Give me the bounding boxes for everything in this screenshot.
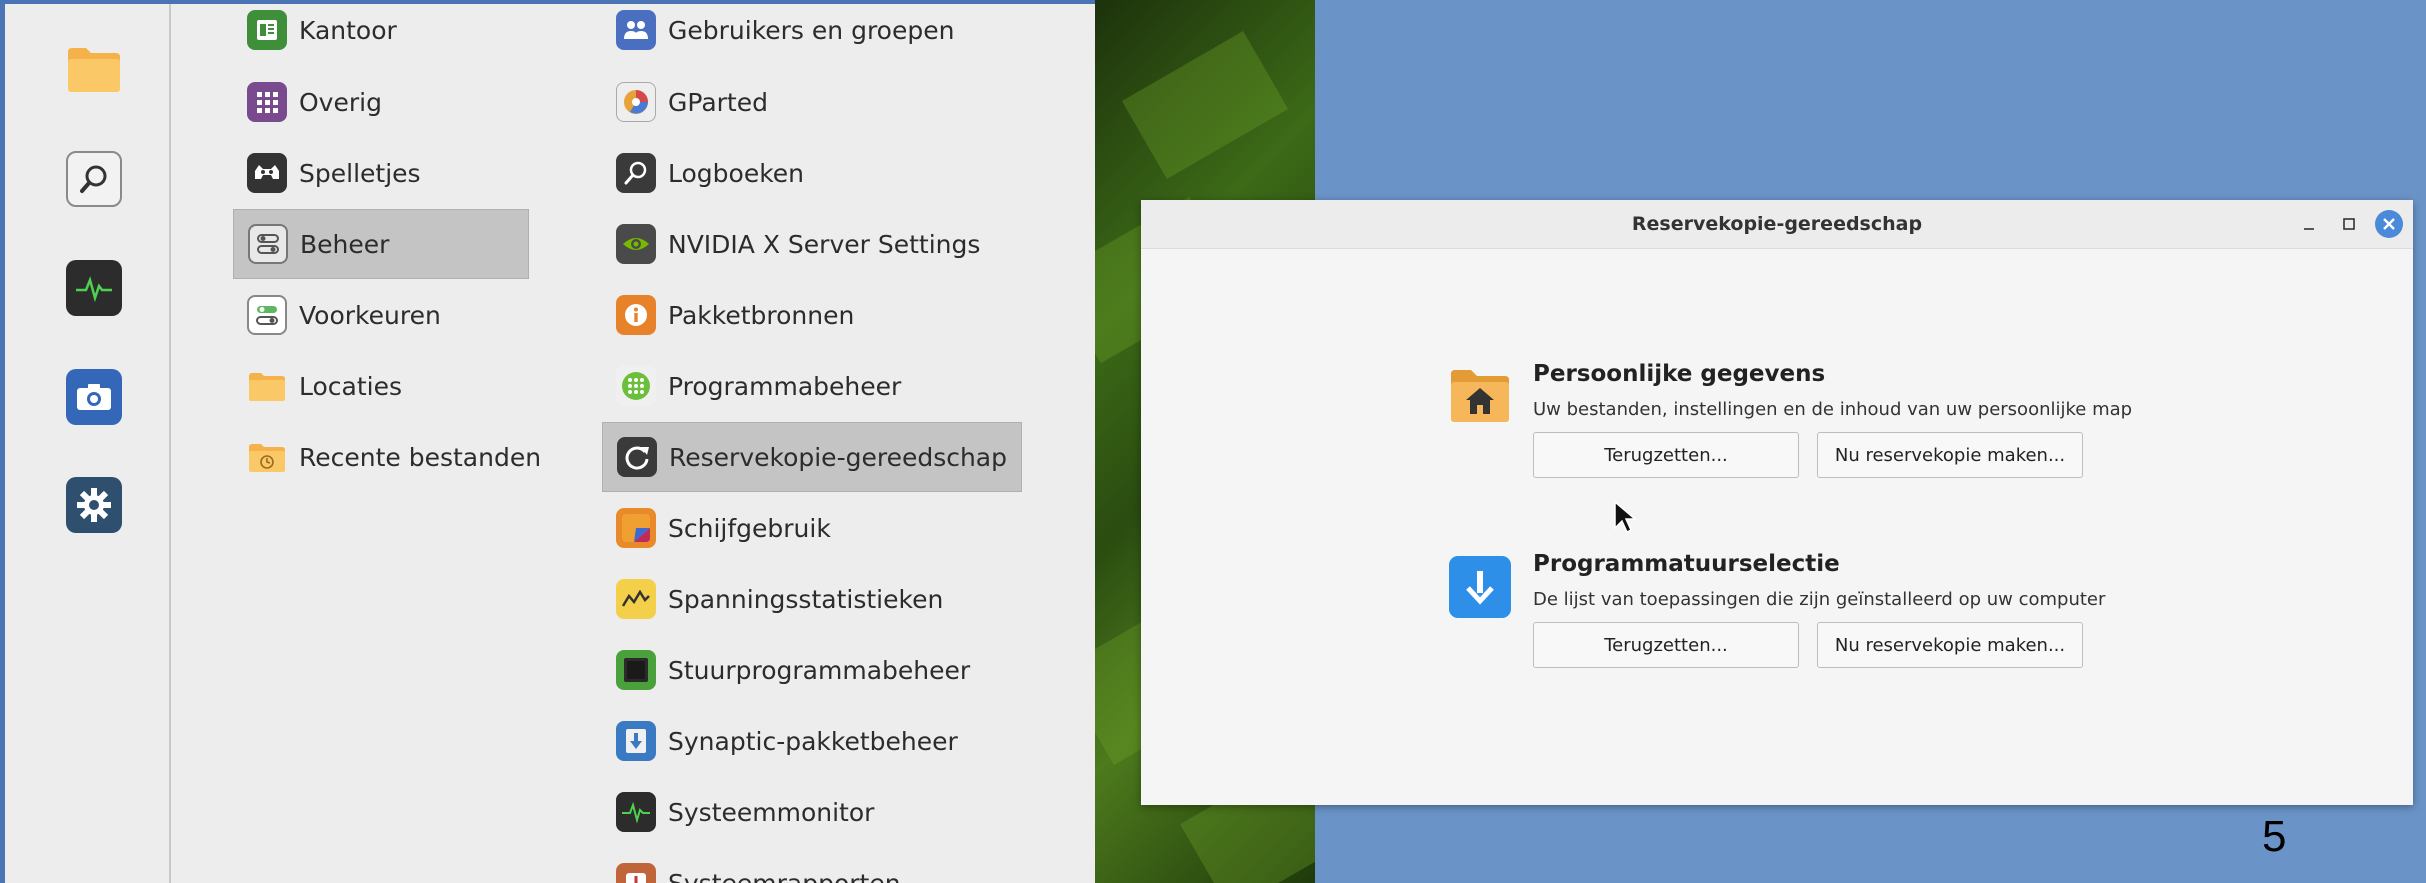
category-kantoor[interactable]: Kantoor [233, 4, 529, 65]
software-manager-icon [616, 366, 656, 406]
app-logboeken[interactable]: Logboeken [602, 138, 1022, 208]
page-number: 5 [2262, 812, 2287, 861]
software-backup-button[interactable]: Nu reservekopie maken... [1817, 622, 2083, 668]
search-icon [80, 165, 107, 193]
personal-restore-button[interactable]: Terugzetten... [1533, 432, 1799, 478]
category-voorkeuren[interactable]: Voorkeuren [233, 280, 529, 350]
app-programmabeheer[interactable]: Programmabeheer [602, 351, 1022, 421]
app-pakketbronnen[interactable]: Pakketbronnen [602, 280, 1022, 350]
office-icon [247, 10, 287, 50]
category-label: Kantoor [299, 15, 397, 45]
category-overig[interactable]: Overig [233, 67, 529, 137]
recent-folder-icon [247, 437, 287, 477]
gear-icon [77, 488, 111, 522]
home-folder-icon [1449, 366, 1511, 428]
category-label: Spelletjes [299, 158, 421, 188]
category-spelletjes[interactable]: Spelletjes [233, 138, 529, 208]
app-synaptic-pakketbeheer[interactable]: Synaptic-pakketbeheer [602, 706, 1022, 776]
app-systeemmonitor[interactable]: Systeemmonitor [602, 777, 1022, 847]
close-button[interactable] [2375, 210, 2403, 238]
minimize-icon [2304, 228, 2314, 230]
system-reports-icon [616, 863, 656, 883]
app-label: GParted [668, 87, 768, 117]
backup-icon [617, 437, 657, 477]
category-label: Locaties [299, 371, 403, 401]
software-section-description: De lijst van toepassingen die zijn geïns… [1533, 589, 2106, 610]
toggle-icon [248, 224, 288, 264]
category-label: Recente bestanden [299, 442, 542, 472]
maximize-icon [2343, 218, 2355, 230]
close-icon [2383, 218, 2395, 230]
app-label: Spanningsstatistieken [668, 584, 944, 614]
folder-icon [68, 48, 120, 92]
pulse-icon [76, 276, 112, 302]
app-label: Schijfgebruik [668, 513, 831, 543]
search-favorite[interactable] [66, 151, 122, 207]
app-label: Reservekopie-gereedschap [669, 442, 1008, 472]
system-monitor-icon [616, 792, 656, 832]
personal-backup-button[interactable]: Nu reservekopie maken... [1817, 432, 2083, 478]
gamepad-icon [247, 153, 287, 193]
app-label: Stuurprogrammabeheer [668, 655, 971, 685]
personal-section-description: Uw bestanden, instellingen en de inhoud … [1533, 399, 2133, 420]
window-title: Reservekopie-gereedschap [1631, 213, 1923, 235]
camera-icon [77, 384, 111, 410]
category-label: Overig [299, 87, 382, 117]
app-label: NVIDIA X Server Settings [668, 229, 981, 259]
mouse-pointer-icon [1613, 500, 1638, 538]
app-gparted[interactable]: GParted [602, 67, 1022, 137]
window-titlebar[interactable]: Reservekopie-gereedschap [1141, 200, 2413, 249]
maximize-button[interactable] [2337, 212, 2361, 236]
info-icon [616, 295, 656, 335]
screenshot-favorite[interactable] [66, 369, 122, 425]
category-label: Beheer [300, 229, 390, 259]
grid-icon [247, 82, 287, 122]
app-nvidia-x-server-settings[interactable]: NVIDIA X Server Settings [602, 209, 1022, 279]
folder-icon [247, 366, 287, 406]
driver-icon [616, 650, 656, 690]
app-label: Programmabeheer [668, 371, 902, 401]
toggle-icon [247, 295, 287, 335]
app-reservekopie-gereedschap[interactable]: Reservekopie-gereedschap [602, 422, 1022, 492]
system-monitor-favorite[interactable] [66, 260, 122, 316]
app-schijfgebruik[interactable]: Schijfgebruik [602, 493, 1022, 563]
category-recente-bestanden[interactable]: Recente bestanden [233, 422, 541, 492]
app-gebruikers-en-groepen[interactable]: Gebruikers en groepen [602, 4, 1022, 65]
files-favorite[interactable] [66, 40, 122, 96]
app-label: Systeemmonitor [668, 797, 875, 827]
download-arrow-icon [1449, 556, 1511, 618]
app-spanningsstatistieken[interactable]: Spanningsstatistieken [602, 564, 1022, 634]
category-beheer[interactable]: Beheer [233, 209, 529, 279]
favorites-bar [5, 4, 171, 883]
app-stuurprogrammabeheer[interactable]: Stuurprogrammabeheer [602, 635, 1022, 705]
gparted-icon [616, 82, 656, 122]
software-restore-button[interactable]: Terugzetten... [1533, 622, 1799, 668]
app-label: Logboeken [668, 158, 805, 188]
settings-favorite[interactable] [66, 477, 122, 533]
users-icon [616, 10, 656, 50]
logs-icon [616, 153, 656, 193]
backup-tool-window: Reservekopie-gereedschap Persoonlijke ge… [1141, 200, 2413, 805]
app-label: Gebruikers en groepen [668, 15, 955, 45]
minimize-button[interactable] [2297, 212, 2321, 236]
personal-section-title: Persoonlijke gegevens [1533, 361, 1826, 387]
nvidia-icon [616, 224, 656, 264]
power-stats-icon [616, 579, 656, 619]
app-label: Systeemrapporten [668, 868, 901, 883]
application-menu: Kantoor Overig Spelletjes Beheer Voorkeu… [0, 0, 1095, 883]
app-label: Pakketbronnen [668, 300, 855, 330]
app-systeemrapporten[interactable]: Systeemrapporten [602, 848, 1022, 883]
software-section-title: Programmatuurselectie [1533, 551, 1840, 577]
category-locaties[interactable]: Locaties [233, 351, 529, 421]
category-label: Voorkeuren [299, 300, 441, 330]
disk-usage-icon [616, 508, 656, 548]
synaptic-icon [616, 721, 656, 761]
app-label: Synaptic-pakketbeheer [668, 726, 958, 756]
